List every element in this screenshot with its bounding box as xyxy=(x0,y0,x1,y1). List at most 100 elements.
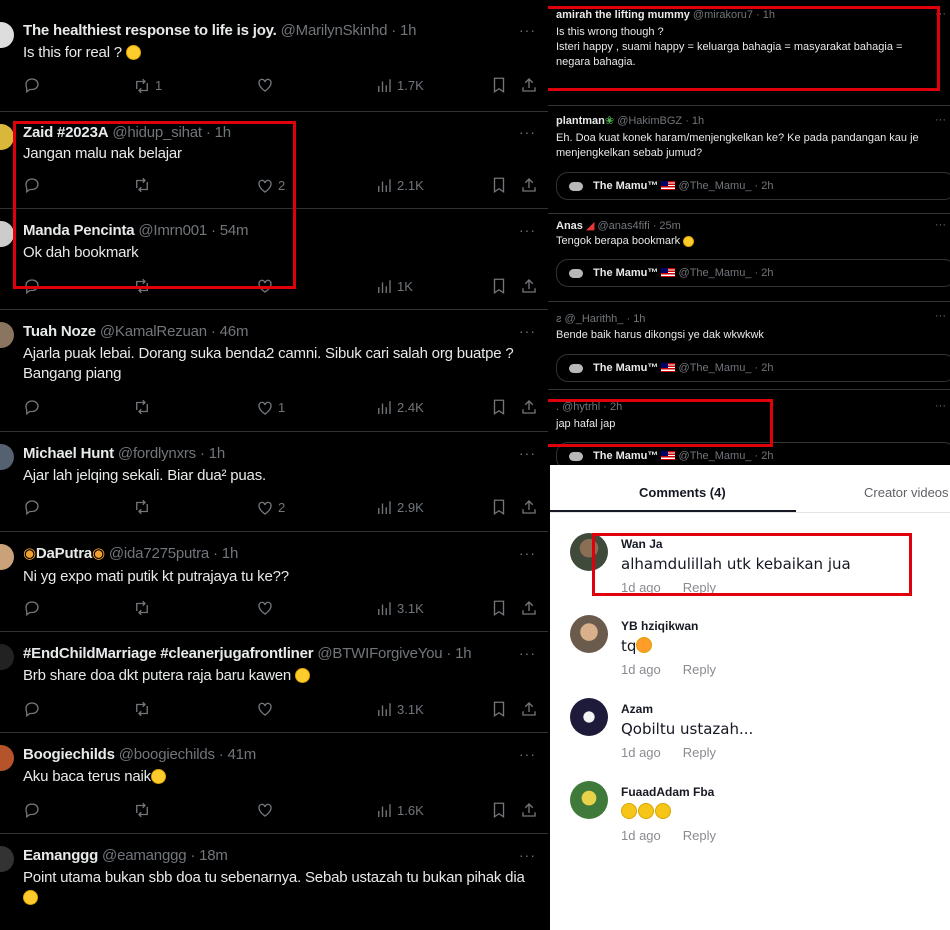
views-button[interactable]: 1.6K xyxy=(375,801,424,821)
reply-button[interactable] xyxy=(23,700,45,718)
retweet-button[interactable] xyxy=(133,700,155,718)
views-button[interactable]: 2.4K xyxy=(375,398,424,418)
like-button[interactable]: 2 xyxy=(256,176,285,196)
bookmark-button[interactable] xyxy=(490,599,508,617)
tweet-author-name[interactable]: Boogiechilds xyxy=(23,746,115,763)
avatar[interactable] xyxy=(0,124,14,150)
reply-button[interactable] xyxy=(23,398,45,416)
like-button[interactable]: 1 xyxy=(256,398,285,418)
avatar[interactable] xyxy=(570,698,608,736)
bookmark-button[interactable] xyxy=(490,700,508,718)
tweet[interactable]: Tuah Noze @KamalRezuan · 46m ··· Ajarla … xyxy=(0,310,548,432)
quoted-post[interactable]: The Mamu™ @The_Mamu_ · 2h xyxy=(556,259,950,287)
tweet-handle[interactable]: @eamanggg xyxy=(102,847,187,864)
more-icon[interactable]: ··· xyxy=(935,8,946,20)
tweet-author-name[interactable]: Eamanggg xyxy=(23,847,98,864)
quoted-post[interactable]: The Mamu™ @The_Mamu_ · 2h xyxy=(556,172,950,200)
reply-button[interactable] xyxy=(23,76,45,94)
share-button[interactable] xyxy=(520,277,538,295)
reply-post[interactable]: plantman❀ @HakimBGZ · 1h ··· Eh. Doa kua… xyxy=(548,106,950,214)
share-button[interactable] xyxy=(520,498,538,516)
tweet-handle[interactable]: @fordlynxrs xyxy=(118,445,196,462)
share-button[interactable] xyxy=(520,599,538,617)
like-button[interactable] xyxy=(256,277,278,295)
reply-button[interactable]: Reply xyxy=(683,745,716,760)
share-button[interactable] xyxy=(520,801,538,819)
post-author-name[interactable]: amirah the lifting mummy xyxy=(556,9,690,21)
share-button[interactable] xyxy=(520,700,538,718)
avatar[interactable] xyxy=(0,644,14,670)
like-button[interactable] xyxy=(256,599,278,617)
avatar[interactable] xyxy=(570,615,608,653)
reply-post[interactable]: . @hytrhl · 2h ··· jap hafal jap The Mam… xyxy=(548,390,950,465)
tweet-author-name[interactable]: Tuah Noze xyxy=(23,323,96,340)
tweet-author-name[interactable]: Manda Pencinta xyxy=(23,222,135,239)
reply-button[interactable] xyxy=(23,498,45,516)
post-author-name[interactable]: plantman xyxy=(556,115,605,127)
reply-button[interactable] xyxy=(23,599,45,617)
tweet-author-name[interactable]: Zaid #2023A xyxy=(23,124,109,141)
retweet-button[interactable] xyxy=(133,801,155,819)
tab-comments[interactable]: Comments (4) xyxy=(639,485,726,501)
post-handle[interactable]: @mirakoru7 · 1h xyxy=(693,9,775,21)
bookmark-button[interactable] xyxy=(490,176,508,194)
tweet-author-name[interactable]: Michael Hunt xyxy=(23,445,114,462)
tweet[interactable]: Boogiechilds @boogiechilds · 41m ··· Aku… xyxy=(0,733,548,834)
tweet-author-name[interactable]: #EndChildMarriage #cleanerjugafrontliner xyxy=(23,645,314,662)
retweet-button[interactable] xyxy=(133,176,155,194)
reply-post[interactable]: ƨ @_Harithh_ · 1h ··· Bende baik harus d… xyxy=(548,302,950,390)
quoted-post[interactable]: The Mamu™ @The_Mamu_ · 2h xyxy=(556,354,950,382)
like-button[interactable]: 2 xyxy=(256,498,285,518)
views-button[interactable]: 2.1K xyxy=(375,176,424,196)
retweet-button[interactable] xyxy=(133,498,155,516)
avatar[interactable] xyxy=(0,544,14,570)
tweet-handle[interactable]: @MarilynSkinhd xyxy=(281,22,388,39)
tweet-author-name[interactable]: DaPutra xyxy=(36,545,92,562)
more-icon[interactable]: ··· xyxy=(519,445,536,461)
more-icon[interactable]: ··· xyxy=(519,545,536,561)
more-icon[interactable]: ··· xyxy=(935,219,946,231)
avatar[interactable] xyxy=(570,781,608,819)
retweet-button[interactable] xyxy=(133,398,155,416)
tweet-handle[interactable]: @boogiechilds xyxy=(119,746,215,763)
tweet-handle[interactable]: @KamalRezuan xyxy=(100,323,207,340)
like-button[interactable] xyxy=(256,801,278,819)
post-handle[interactable]: @HakimBGZ · 1h xyxy=(617,115,704,127)
avatar[interactable] xyxy=(0,846,14,872)
tweet[interactable]: ◉DaPutra◉ @ida7275putra · 1h ··· Ni yg e… xyxy=(0,532,548,632)
bookmark-button[interactable] xyxy=(490,801,508,819)
tweet[interactable]: The healthiest response to life is joy. … xyxy=(0,0,548,112)
reply-post[interactable]: Anas ◢ @anas4fifi · 25m ··· Tengok berap… xyxy=(548,214,950,302)
post-handle[interactable]: ƨ @_Harithh_ · 1h xyxy=(556,312,645,326)
tweet[interactable]: Manda Pencinta @Imrn001 · 54m ··· Ok dah… xyxy=(0,209,548,310)
bookmark-button[interactable] xyxy=(490,277,508,295)
bookmark-button[interactable] xyxy=(490,398,508,416)
retweet-button[interactable]: 1 xyxy=(133,76,162,96)
tweet[interactable]: #EndChildMarriage #cleanerjugafrontliner… xyxy=(0,632,548,733)
quoted-post[interactable]: The Mamu™ @The_Mamu_ · 2h xyxy=(556,442,950,465)
tweet-author-name[interactable]: The healthiest response to life is joy. xyxy=(23,22,277,39)
tab-creator-videos[interactable]: Creator videos xyxy=(864,485,949,501)
tweet-handle[interactable]: @hidup_sihat xyxy=(112,124,202,141)
post-handle[interactable]: . @hytrhl · 2h xyxy=(556,400,622,414)
comment-username[interactable]: Azam xyxy=(621,702,653,716)
tweet-handle[interactable]: @BTWIForgiveYou xyxy=(317,645,442,662)
comment-username[interactable]: Wan Ja xyxy=(621,537,663,551)
tweet[interactable]: Zaid #2023A @hidup_sihat · 1h ··· Jangan… xyxy=(0,112,548,209)
tweet-handle[interactable]: @Imrn001 xyxy=(138,222,207,239)
views-button[interactable]: 1K xyxy=(375,277,413,297)
reply-button[interactable]: Reply xyxy=(683,580,716,595)
retweet-button[interactable] xyxy=(133,599,155,617)
more-icon[interactable]: ··· xyxy=(935,400,946,412)
more-icon[interactable]: ··· xyxy=(519,645,536,661)
reply-post[interactable]: amirah the lifting mummy @mirakoru7 · 1h… xyxy=(548,0,950,106)
share-button[interactable] xyxy=(520,398,538,416)
reply-button[interactable] xyxy=(23,801,45,819)
more-icon[interactable]: ··· xyxy=(519,323,536,339)
tweet[interactable]: Eamanggg @eamanggg · 18m ··· Point utama… xyxy=(0,834,548,930)
more-icon[interactable]: ··· xyxy=(519,847,536,863)
share-button[interactable] xyxy=(520,176,538,194)
avatar[interactable] xyxy=(0,221,14,247)
tweet-handle[interactable]: @ida7275putra xyxy=(109,545,209,562)
reply-button[interactable] xyxy=(23,277,45,295)
